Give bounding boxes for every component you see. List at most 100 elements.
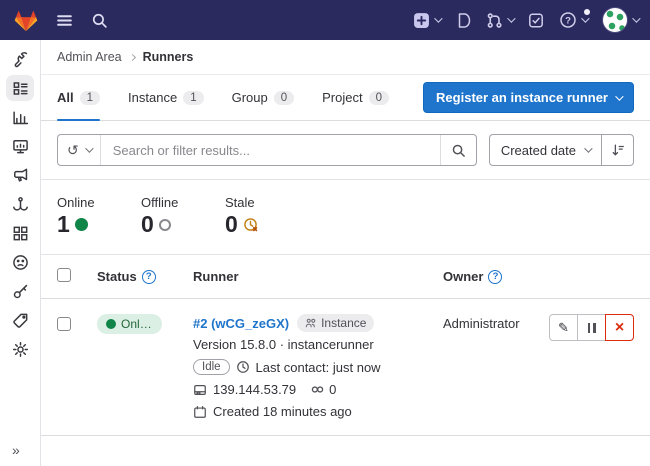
stat-offline: Offline 0: [141, 195, 199, 236]
runner-actions: ✎ ×: [549, 314, 634, 341]
column-header-owner: Owner: [443, 269, 483, 284]
runner-ip-address: 139.144.53.79: [213, 382, 296, 397]
runner-type-badge: Instance: [297, 314, 374, 332]
runner-status-stats: Online 1 Offline 0 Stale 0: [41, 180, 650, 254]
sidebar-item-abuse-reports[interactable]: [6, 249, 34, 275]
user-avatar-menu[interactable]: [602, 7, 638, 33]
tab-label: All: [57, 90, 74, 105]
tab-group[interactable]: Group 0: [232, 75, 295, 120]
chevron-down-icon: [434, 14, 442, 22]
link-icon: [310, 382, 325, 397]
search-submit-button[interactable]: [440, 135, 476, 165]
sidebar-item-credentials[interactable]: [6, 278, 34, 304]
sidebar-item-analytics[interactable]: [6, 104, 34, 130]
tab-label: Group: [232, 90, 268, 105]
history-icon: ↺: [67, 142, 79, 159]
tab-project[interactable]: Project 0: [322, 75, 389, 120]
register-instance-runner-button[interactable]: Register an instance runner: [423, 82, 634, 113]
chevron-down-icon: [584, 144, 592, 152]
runner-type-label: Instance: [321, 316, 366, 330]
table-row: Online #2 (wCG_zeGX) Instance: [41, 299, 650, 436]
status-help-icon[interactable]: ?: [142, 270, 156, 284]
delete-runner-button[interactable]: ×: [605, 314, 634, 341]
gitlab-admin-runners-page: ?: [0, 0, 650, 466]
sidebar-item-admin-overview[interactable]: [6, 46, 34, 72]
runner-summary-cell: #2 (wCG_zeGX) Instance Version 15.8.0 · …: [193, 314, 443, 419]
stat-value: 0: [225, 213, 238, 236]
tab-label: Project: [322, 90, 362, 105]
search-icon: [451, 143, 466, 158]
stat-stale: Stale 0: [225, 195, 283, 236]
owner-help-icon[interactable]: ?: [488, 270, 502, 284]
svg-text:?: ?: [565, 15, 571, 26]
calendar-icon: [193, 405, 207, 419]
sidebar-item-runners[interactable]: [6, 75, 34, 101]
admin-sidebar: »: [0, 40, 41, 466]
runner-link[interactable]: #2 (wCG_zeGX): [193, 316, 289, 331]
stale-clock-icon: [243, 217, 259, 233]
stat-label: Offline: [141, 195, 199, 210]
hamburger-menu-icon[interactable]: [56, 12, 73, 29]
tab-count-badge: 1: [80, 91, 100, 105]
runner-type-tabs-row: All 1 Instance 1 Group 0 Project 0: [41, 75, 650, 121]
new-menu-button[interactable]: [413, 12, 440, 29]
breadcrumb-separator-icon: [129, 53, 136, 60]
sidebar-item-messages[interactable]: [6, 162, 34, 188]
search-input[interactable]: [101, 135, 440, 165]
pause-icon: [588, 323, 596, 333]
stat-value: 1: [57, 213, 70, 236]
pencil-icon: ✎: [558, 320, 569, 336]
breadcrumb-admin-area[interactable]: Admin Area: [57, 50, 122, 64]
sort-direction-button[interactable]: [601, 135, 633, 165]
tab-label: Instance: [128, 90, 177, 105]
close-icon: ×: [615, 319, 624, 337]
column-header-status: Status: [97, 269, 137, 284]
chevron-down-icon: [615, 92, 623, 100]
offline-status-icon: [159, 219, 171, 231]
sidebar-collapse-button[interactable]: »: [0, 442, 20, 458]
sort-descending-icon: [611, 143, 625, 157]
runner-paused-badge: Idle: [193, 359, 230, 375]
tab-all[interactable]: All 1: [57, 75, 100, 120]
help-menu[interactable]: ?: [559, 11, 587, 29]
filter-history-button[interactable]: ↺: [58, 135, 101, 165]
todo-list-icon[interactable]: [528, 12, 544, 29]
search-filter-box: ↺: [57, 134, 477, 166]
sort-label: Created date: [501, 143, 576, 158]
filter-sort-row: ↺ Created date: [57, 134, 634, 166]
tab-instance[interactable]: Instance 1: [128, 75, 204, 120]
avatar: [602, 7, 628, 33]
chevron-down-icon: [581, 14, 589, 22]
runner-owner: Administrator: [443, 314, 542, 331]
clock-icon: [236, 360, 250, 374]
issues-icon[interactable]: [455, 12, 471, 29]
chevron-down-icon: [85, 144, 93, 152]
stat-label: Stale: [225, 195, 283, 210]
select-runner-checkbox[interactable]: [57, 317, 71, 331]
status-badge: Online: [97, 314, 162, 334]
search-icon[interactable]: [91, 12, 108, 29]
host-icon: [193, 383, 207, 397]
runners-table-header: Status ? Runner Owner ?: [41, 254, 650, 299]
sidebar-item-system-hooks[interactable]: [6, 191, 34, 217]
register-button-label: Register an instance runner: [436, 90, 608, 105]
sidebar-item-settings[interactable]: [6, 336, 34, 362]
top-navigation-bar: ?: [0, 0, 650, 40]
pause-runner-button[interactable]: [577, 314, 606, 341]
main-content: Admin Area Runners All 1 Instance 1 G: [41, 40, 650, 466]
gitlab-logo[interactable]: [14, 9, 38, 32]
runner-jobs-count[interactable]: 0: [329, 382, 336, 397]
sidebar-item-labels[interactable]: [6, 307, 34, 333]
runner-created-time: Created 18 minutes ago: [213, 404, 352, 419]
sort-by-dropdown[interactable]: Created date: [490, 135, 601, 165]
select-all-checkbox[interactable]: [57, 268, 71, 282]
edit-runner-button[interactable]: ✎: [549, 314, 578, 341]
chevron-down-icon: [632, 14, 640, 22]
sidebar-item-applications[interactable]: [6, 220, 34, 246]
runner-version: Version 15.8.0 · instancerunner: [193, 337, 374, 352]
merge-requests-menu[interactable]: [486, 12, 513, 29]
sidebar-item-monitoring[interactable]: [6, 133, 34, 159]
chevron-down-icon: [507, 14, 515, 22]
online-dot-icon: [106, 319, 116, 329]
column-header-runner: Runner: [193, 269, 239, 284]
